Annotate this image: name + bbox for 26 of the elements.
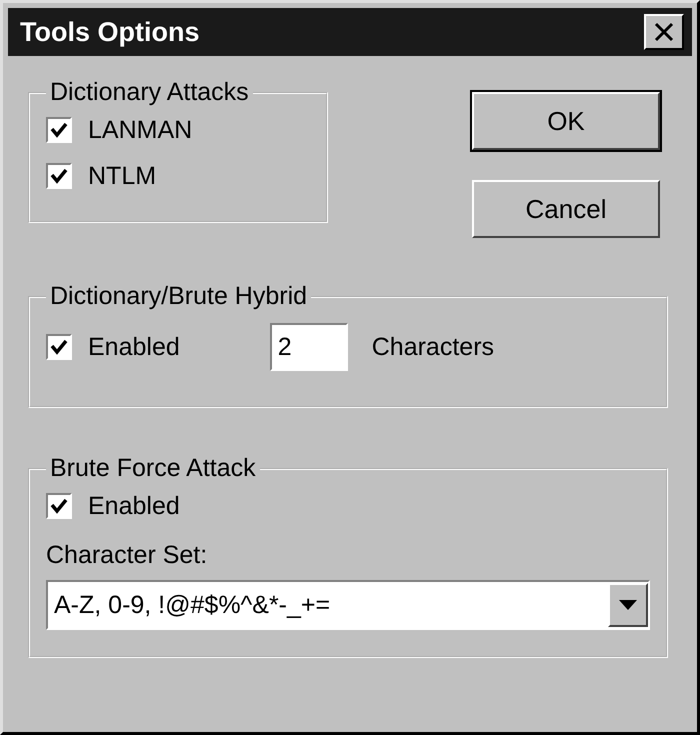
window-title: Tools Options xyxy=(20,16,200,48)
input-field[interactable]: 2 xyxy=(270,323,348,371)
checkbox-label: Enabled xyxy=(88,492,180,520)
close-icon xyxy=(653,22,675,42)
field-label: Character Set: xyxy=(46,541,208,570)
checkbox[interactable] xyxy=(46,334,72,360)
checkbox[interactable] xyxy=(46,493,72,519)
group-label: Brute Force Attack xyxy=(49,454,257,483)
dialog-button[interactable]: OK xyxy=(472,92,660,150)
checkmark-icon xyxy=(50,339,68,355)
checkmark-icon xyxy=(50,498,68,514)
group-label: Dictionary/Brute Hybrid xyxy=(49,282,308,311)
checkmark-icon xyxy=(50,168,68,184)
checkbox-label: NTLM xyxy=(88,162,156,190)
checkbox[interactable] xyxy=(46,163,72,189)
checkbox-label: LANMAN xyxy=(88,116,192,144)
field-label: Characters xyxy=(372,332,494,362)
group-label: Dictionary Attacks xyxy=(49,78,250,107)
dropdown-button[interactable] xyxy=(608,583,648,627)
checkmark-icon xyxy=(50,122,68,138)
checkbox-label: Enabled xyxy=(88,332,180,362)
dropdown[interactable]: A-Z, 0-9, !@#$%^&*-_+= xyxy=(46,580,650,630)
dialog-button[interactable]: Cancel xyxy=(472,180,660,238)
close-button[interactable] xyxy=(644,14,684,50)
caret-icon xyxy=(619,600,637,610)
checkbox[interactable] xyxy=(46,117,72,143)
